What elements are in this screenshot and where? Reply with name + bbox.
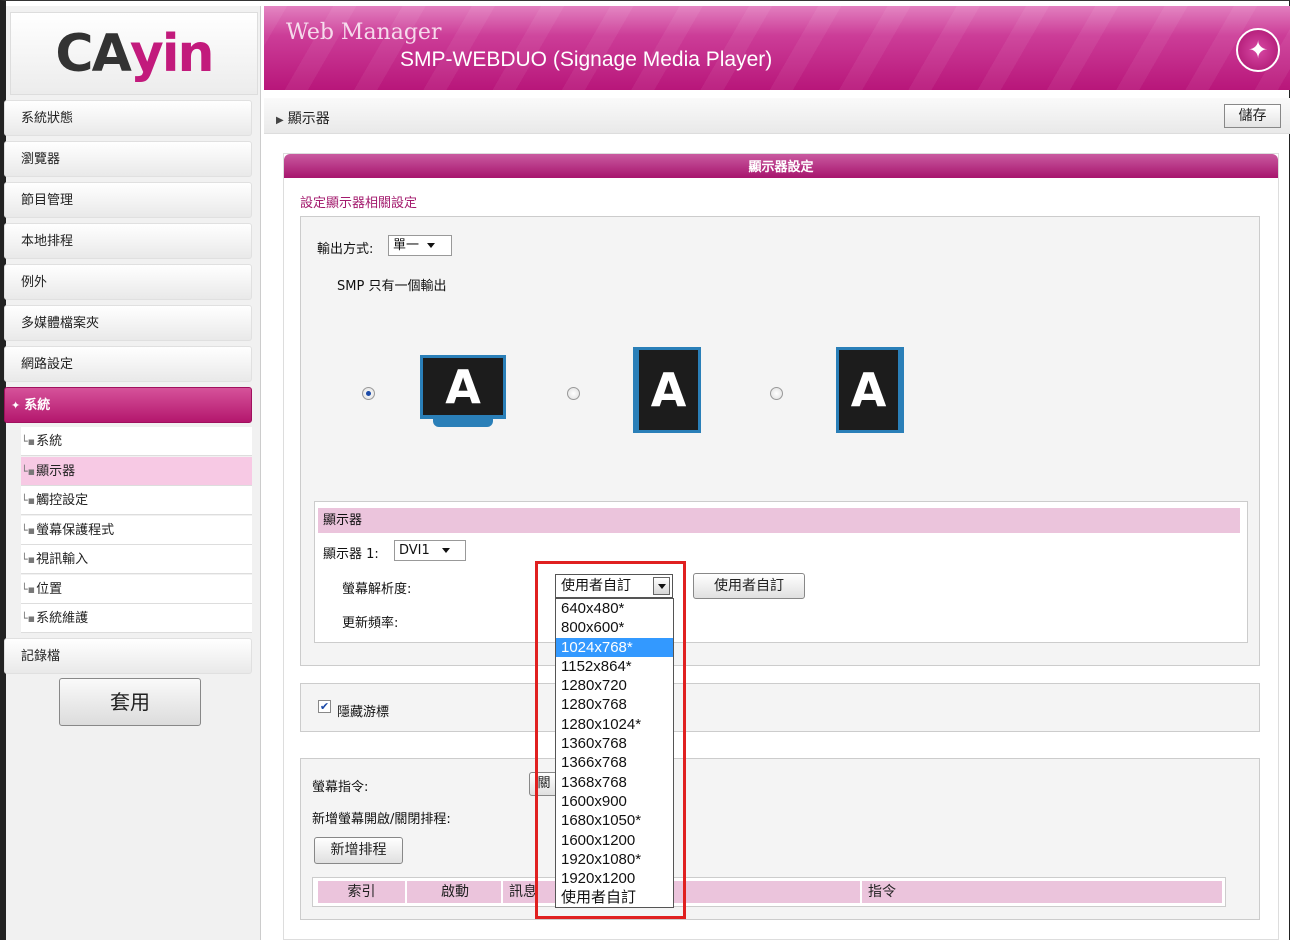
sidebar-item-system-status[interactable]: 系統狀態 [4, 100, 252, 136]
sidebar-item-local-schedule[interactable]: 本地排程 [4, 223, 252, 259]
branch-icon: └▪ [21, 524, 36, 537]
table-header-index: 索引 [318, 881, 407, 903]
radio-single-output[interactable] [362, 387, 375, 400]
submenu-touch[interactable]: └▪觸控設定 [21, 486, 252, 515]
radio-portrait-right[interactable] [770, 387, 783, 400]
submenu-label: 位置 [36, 582, 63, 597]
add-schedule-button[interactable]: 新增排程 [314, 837, 403, 864]
breadcrumb-bar: ▶ 顯示器 [264, 98, 1290, 134]
resolution-select[interactable]: 使用者自訂 [555, 574, 673, 598]
resolution-option[interactable]: 1360x768 [556, 734, 673, 753]
resolution-option[interactable]: 1600x1200 [556, 831, 673, 850]
sidebar-item-browser[interactable]: 瀏覽器 [4, 141, 252, 177]
screen-command-label: 螢幕指令: [312, 780, 369, 795]
submenu-maintenance[interactable]: └▪系統維護 [21, 604, 252, 633]
monitor-stand [433, 419, 493, 427]
panel-title: 顯示器設定 [284, 154, 1278, 178]
branch-icon: └▪ [21, 494, 36, 507]
monitor-portrait-left-icon: A [633, 347, 701, 433]
resolution-dropdown-list: 640x480* 800x600* 1024x768* 1152x864* 1280x7… [555, 598, 674, 908]
table-header-enabled: 啟動 [409, 881, 503, 903]
submenu-video-input[interactable]: └▪視訊輸入 [21, 545, 252, 574]
output-label: 輸出方式: [317, 242, 374, 257]
submenu-screensaver[interactable]: └▪螢幕保護程式 [21, 516, 252, 545]
branch-icon: └▪ [21, 612, 36, 625]
sidebar-item-exception[interactable]: 例外 [4, 264, 252, 300]
submenu-location[interactable]: └▪位置 [21, 575, 252, 604]
sidebar-item-system[interactable]: ✦ 系統 [4, 387, 252, 423]
app-header: Web Manager SMP-WEBDUO (Signage Media Pl… [264, 6, 1290, 90]
display1-select[interactable]: DVI1 [394, 540, 466, 561]
resolution-option[interactable]: 800x600* [556, 618, 673, 637]
resolution-label: 螢幕解析度: [342, 582, 412, 597]
save-button[interactable]: 儲存 [1224, 104, 1281, 128]
submenu-label: 視訊輸入 [36, 552, 89, 567]
dropdown-arrow-icon [427, 243, 436, 248]
display1-label: 顯示器 1: [323, 547, 379, 562]
schedule-label: 新增螢幕開啟/關閉排程: [312, 812, 451, 827]
monitor-portrait-right-icon: A [836, 347, 904, 433]
branch-icon: └▪ [21, 583, 36, 596]
resolution-option[interactable]: 1920x1200 [556, 869, 673, 888]
hide-cursor-section [300, 683, 1260, 732]
breadcrumb-label: 顯示器 [287, 111, 330, 127]
submenu-label: 系統維護 [36, 611, 89, 626]
magic-wand-icon[interactable]: ✦ [1236, 28, 1280, 72]
resolution-option[interactable]: 1024x768* [556, 637, 673, 657]
table-divider [860, 881, 862, 903]
resolution-option[interactable]: 1680x1050* [556, 811, 673, 830]
submenu-label: 螢幕保護程式 [36, 523, 115, 538]
resolution-option[interactable]: 1920x1080* [556, 850, 673, 869]
output-note: SMP 只有一個輸出 [337, 279, 447, 294]
output-mode-value: 單一 [393, 238, 420, 253]
resolution-option[interactable]: 使用者自訂 [556, 888, 673, 907]
sidebar-item-program-management[interactable]: 節目管理 [4, 182, 252, 218]
refresh-rate-label: 更新頻率: [342, 616, 399, 631]
submenu-label: 觸控設定 [36, 493, 89, 508]
breadcrumb: ▶ 顯示器 [276, 108, 330, 128]
monitor-landscape-icon: A [420, 355, 506, 419]
apply-button[interactable]: 套用 [59, 678, 201, 726]
resolution-option[interactable]: 1366x768 [556, 753, 673, 772]
display1-value: DVI1 [399, 543, 430, 558]
resolution-value: 使用者自訂 [561, 578, 631, 594]
dropdown-arrow-icon [441, 548, 450, 553]
hide-cursor-label: 隱藏游標 [337, 705, 390, 720]
sidebar-item-log[interactable]: 記錄檔 [4, 638, 252, 674]
sidebar-item-system-label: 系統 [24, 398, 51, 413]
submenu-label: 顯示器 [36, 464, 76, 479]
branch-icon: └▪ [21, 465, 36, 478]
table-header-command: 指令 [868, 884, 896, 900]
resolution-option[interactable]: 640x480* [556, 599, 673, 618]
hide-cursor-checkbox[interactable]: ✔ [318, 700, 331, 713]
dropdown-arrow-icon[interactable] [653, 577, 670, 595]
resolution-option[interactable]: 1368x768 [556, 773, 673, 792]
submenu-system[interactable]: └▪系統 [21, 427, 252, 456]
resolution-option[interactable]: 1280x768 [556, 695, 673, 714]
table-header-message: 訊息 [509, 884, 537, 900]
sidebar-item-network[interactable]: 網路設定 [4, 346, 252, 382]
resolution-option[interactable]: 1280x720 [556, 676, 673, 695]
output-mode-select[interactable]: 單一 [388, 235, 452, 256]
sidebar-item-media-folder[interactable]: 多媒體檔案夾 [4, 305, 252, 341]
submenu-display[interactable]: └▪顯示器 [21, 457, 252, 486]
sparkle-icon: ✦ [11, 399, 21, 412]
panel-description: 設定顯示器相關設定 [300, 196, 418, 211]
branch-icon: └▪ [21, 553, 36, 566]
resolution-option[interactable]: 1600x900 [556, 792, 673, 811]
resolution-option[interactable]: 1152x864* [556, 657, 673, 676]
custom-resolution-button[interactable]: 使用者自訂 [693, 573, 805, 599]
display-section-header: 顯示器 [318, 508, 1240, 533]
app-subtitle: SMP-WEBDUO (Signage Media Player) [400, 48, 773, 71]
resolution-option[interactable]: 1280x1024* [556, 715, 673, 734]
branch-icon: └▪ [21, 435, 36, 448]
app-title: Web Manager [286, 20, 442, 45]
triangle-right-icon: ▶ [276, 115, 284, 126]
submenu-label: 系統 [36, 434, 63, 449]
radio-portrait-left[interactable] [567, 387, 580, 400]
cayin-logo: CAyin [10, 12, 258, 95]
